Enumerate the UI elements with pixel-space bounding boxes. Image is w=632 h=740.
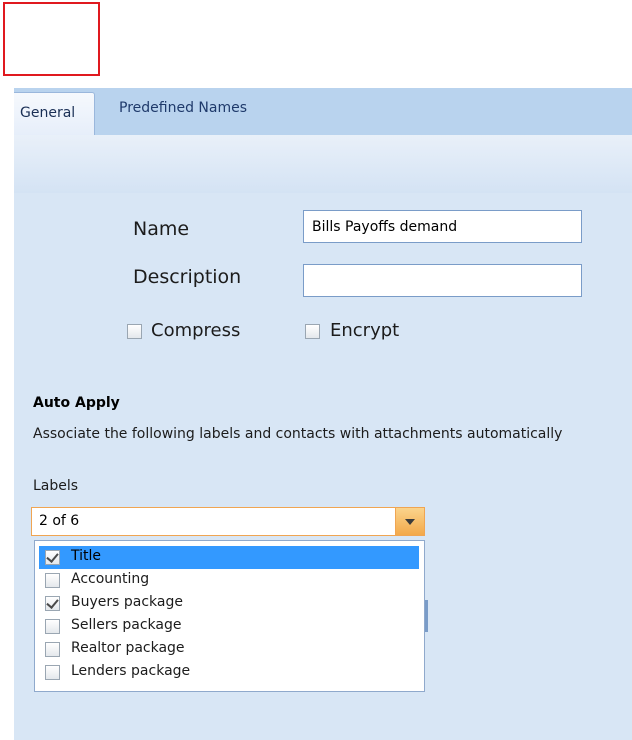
label-checkbox-lenders-package[interactable]: [45, 665, 60, 680]
name-field[interactable]: [303, 210, 582, 243]
settings-panel: General Predefined Names Name Descriptio…: [14, 88, 632, 740]
auto-apply-description: Associate the following labels and conta…: [33, 426, 563, 442]
tab-predefined-names[interactable]: Predefined Names: [119, 100, 247, 116]
name-label: Name: [133, 218, 190, 240]
label-item-text: Realtor package: [71, 640, 185, 656]
labels-dropdown-button[interactable]: [395, 508, 424, 535]
annotation-box: [3, 2, 100, 76]
label-checkbox-buyers-package[interactable]: [45, 596, 60, 611]
header-band: [14, 135, 632, 193]
label-item-sellers-package[interactable]: Sellers package: [39, 615, 419, 638]
encrypt-checkbox[interactable]: [305, 324, 320, 339]
label-checkbox-title[interactable]: [45, 550, 60, 565]
label-item-text: Title: [71, 548, 102, 564]
labels-combobox[interactable]: 2 of 6: [31, 507, 425, 536]
label-item-title[interactable]: Title: [39, 546, 419, 569]
labels-combobox-value: 2 of 6: [39, 513, 80, 529]
label-item-text: Lenders package: [71, 663, 191, 679]
label-item-text: Sellers package: [71, 617, 182, 633]
labels-caption: Labels: [33, 478, 79, 494]
chevron-down-icon: [405, 519, 415, 525]
encrypt-label: Encrypt: [330, 320, 400, 341]
compress-checkbox[interactable]: [127, 324, 142, 339]
labels-dropdown-list: Title Accounting Buyers package Sellers …: [34, 540, 425, 692]
description-field[interactable]: [303, 264, 582, 297]
label-checkbox-sellers-package[interactable]: [45, 619, 60, 634]
label-item-accounting[interactable]: Accounting: [39, 569, 419, 592]
checkmark-icon: [46, 596, 59, 609]
tab-general[interactable]: General: [14, 92, 95, 136]
label-checkbox-accounting[interactable]: [45, 573, 60, 588]
compress-label: Compress: [151, 320, 241, 341]
description-label: Description: [133, 266, 242, 288]
label-item-lenders-package[interactable]: Lenders package: [39, 661, 419, 684]
auto-apply-title: Auto Apply: [33, 395, 120, 411]
label-item-realtor-package[interactable]: Realtor package: [39, 638, 419, 661]
label-checkbox-realtor-package[interactable]: [45, 642, 60, 657]
checkmark-icon: [46, 550, 59, 563]
label-item-buyers-package[interactable]: Buyers package: [39, 592, 419, 615]
label-item-text: Accounting: [71, 571, 150, 587]
tab-strip: General Predefined Names: [14, 88, 632, 136]
label-item-text: Buyers package: [71, 594, 183, 610]
